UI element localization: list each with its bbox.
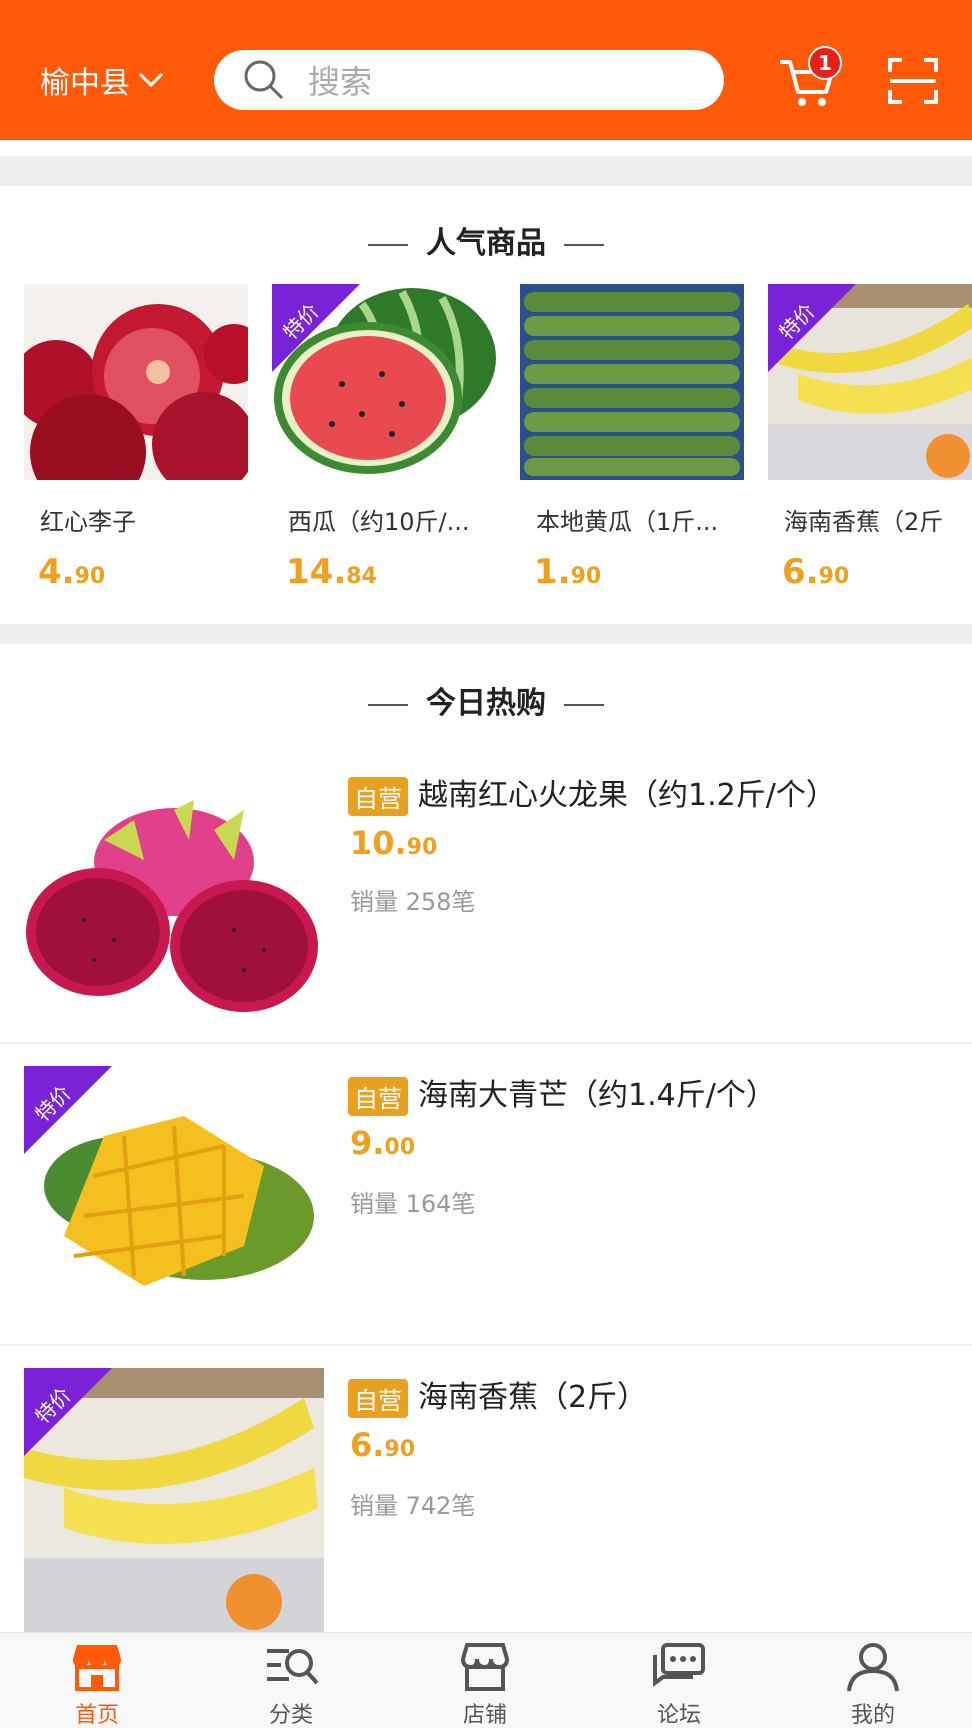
self-operated-tag: 自营 <box>348 1379 408 1418</box>
self-operated-tag: 自营 <box>348 1077 408 1116</box>
product-image-watermelon: 特价 <box>272 284 496 480</box>
product-title: 自营 海南大青芒（约1.4斤/个） <box>348 1070 776 1116</box>
product-name: 本地黄瓜（1斤... <box>536 508 719 536</box>
product-image-mango: 特价 <box>24 1066 324 1332</box>
location-label: 榆中县 <box>40 66 130 101</box>
nav-home[interactable]: 首页 <box>0 1633 194 1728</box>
product-image-banana: 特价 <box>24 1368 324 1632</box>
category-search-icon <box>267 1649 319 1685</box>
product-price: 9.00 <box>350 1124 416 1162</box>
special-offer-tag: 特价 <box>768 284 856 372</box>
product-price: 14.84 <box>286 552 377 592</box>
product-price: 1.90 <box>534 552 602 592</box>
sales-count: 销量 258笔 <box>350 888 476 916</box>
bottom-nav: 首页 分类 店铺 论坛 我的 <box>0 1632 972 1728</box>
product-name: 红心李子 <box>40 508 136 536</box>
product-price: 6.90 <box>782 552 850 592</box>
special-offer-tag: 特价 <box>24 1368 112 1456</box>
product-title: 自营 越南红心火龙果（约1.2斤/个） <box>348 770 836 816</box>
nav-category[interactable]: 分类 <box>194 1633 388 1728</box>
hot-item[interactable]: 特价 自营 海南香蕉（2斤） 6.90 销量 742笔 <box>0 1346 972 1632</box>
store-icon <box>73 1645 121 1691</box>
nav-shop[interactable]: 店铺 <box>388 1633 582 1728</box>
product-price: 10.90 <box>350 824 438 862</box>
hot-item[interactable]: 自营 越南红心火龙果（约1.2斤/个） 10.90 销量 258笔 <box>0 740 972 1040</box>
self-operated-tag: 自营 <box>348 777 408 816</box>
nav-forum[interactable]: 论坛 <box>582 1633 776 1728</box>
cart-count-badge: 1 <box>808 46 842 80</box>
product-price: 6.90 <box>350 1426 416 1464</box>
user-icon <box>847 1643 899 1692</box>
chevron-down-icon <box>138 72 164 88</box>
section-gap <box>0 624 972 644</box>
special-offer-tag: 特价 <box>272 284 360 372</box>
scan-icon[interactable] <box>888 58 938 104</box>
product-image-plum <box>24 284 248 480</box>
chat-icon <box>653 1643 705 1687</box>
search-bar[interactable]: 搜索 <box>214 50 724 110</box>
search-icon <box>244 60 284 100</box>
popular-section-title: 人气商品 <box>0 218 972 262</box>
product-name: 海南香蕉（2斤 <box>784 508 944 536</box>
hot-section-title: 今日热购 <box>0 678 972 722</box>
hot-item[interactable]: 特价 自营 海南大青芒（约1.4斤/个） 9.00 销量 164笔 <box>0 1044 972 1344</box>
search-placeholder: 搜索 <box>308 63 373 101</box>
location-selector[interactable]: 榆中县 <box>40 58 164 102</box>
product-image-cucumber <box>520 284 744 480</box>
product-title: 自营 海南香蕉（2斤） <box>348 1372 647 1418</box>
product-image-dragonfruit <box>24 800 324 1020</box>
nav-me[interactable]: 我的 <box>776 1633 970 1728</box>
product-name: 西瓜（约10斤/... <box>288 508 470 536</box>
top-header: 榆中县 搜索 1 <box>0 0 972 140</box>
product-price: 4.90 <box>38 552 106 592</box>
sales-count: 销量 742笔 <box>350 1492 476 1520</box>
app-page: { "header": { "location": "榆中县", "search… <box>0 0 972 1728</box>
section-gap <box>0 156 972 186</box>
shop-icon <box>460 1643 510 1691</box>
product-image-banana: 特价 <box>768 284 972 480</box>
special-offer-tag: 特价 <box>24 1066 112 1154</box>
sales-count: 销量 164笔 <box>350 1190 476 1218</box>
